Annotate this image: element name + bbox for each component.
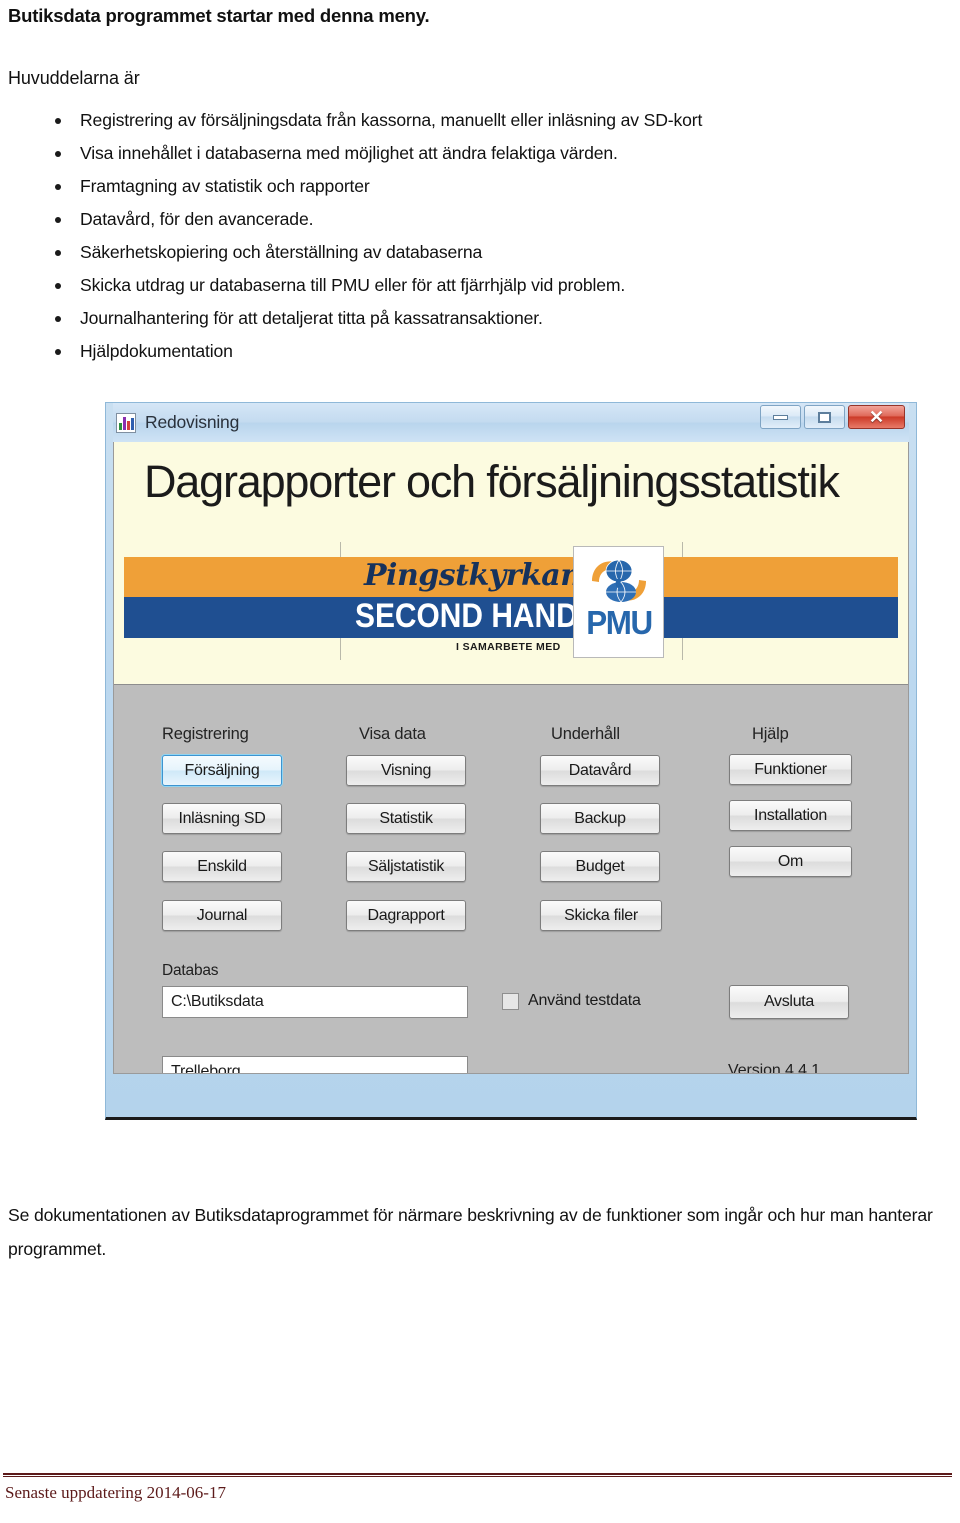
logo-crop-tick <box>682 638 683 660</box>
bullet-dot-icon <box>55 282 61 289</box>
list-item-label: Journalhantering för att detaljerat titt… <box>80 308 543 328</box>
button-skicka-filer[interactable]: Skicka filer <box>540 900 662 931</box>
second-hand-logo: Pingstkyrkans SECOND HAND I SAMARBETE ME… <box>124 542 898 660</box>
list-item-label: Säkerhetskopiering och återställning av … <box>80 242 483 262</box>
close-button[interactable]: ✕ <box>848 405 905 429</box>
button-om[interactable]: Om <box>729 846 852 877</box>
logo-crop-tick <box>340 638 341 660</box>
window-controls: ✕ <box>760 405 905 429</box>
list-item-label: Visa innehållet i databaserna med möjlig… <box>80 143 618 163</box>
bullet-dot-icon <box>55 315 61 322</box>
minimize-button[interactable] <box>760 405 801 429</box>
list-item: Framtagning av statistik och rapporter <box>8 170 948 203</box>
list-item-label: Registrering av försäljningsdata från ka… <box>80 110 703 130</box>
pmu-globe-hands-icon <box>591 559 646 603</box>
checkbox-box-icon[interactable] <box>502 992 519 1010</box>
bullet-dot-icon <box>55 216 61 223</box>
button-dagrapport[interactable]: Dagrapport <box>346 900 466 931</box>
window-title: Redovisning <box>145 412 240 432</box>
bullet-dot-icon <box>55 150 61 157</box>
list-item: Registrering av försäljningsdata från ka… <box>8 104 948 137</box>
logo-line-main: SECOND HAND <box>355 597 578 635</box>
app-window: Redovisning ✕ Dagrapporter och försäljni… <box>105 402 917 1120</box>
logo-crop-tick <box>682 542 683 557</box>
button-avsluta[interactable]: Avsluta <box>729 985 849 1019</box>
list-item: Säkerhetskopiering och återställning av … <box>8 236 948 269</box>
bullet-dot-icon <box>55 183 61 190</box>
column-heading-hjalp: Hjälp <box>752 725 789 743</box>
bullet-dot-icon <box>55 348 61 355</box>
database-label: Databas <box>162 962 219 979</box>
button-inlasning-sd[interactable]: Inläsning SD <box>162 803 282 834</box>
maximize-icon <box>818 411 831 423</box>
button-installation[interactable]: Installation <box>729 800 852 831</box>
store-name-input[interactable]: Trelleborg <box>162 1056 468 1073</box>
button-saljstatistik[interactable]: Säljstatistik <box>346 851 466 882</box>
use-testdata-label: Använd testdata <box>528 992 641 1009</box>
pmu-wordmark: PMU <box>585 604 653 641</box>
closing-paragraph: Se dokumentationen av Butiksdataprogramm… <box>8 1205 933 1259</box>
banner-heading: Dagrapporter och försäljningsstatistik <box>144 456 840 507</box>
logo-line-bottom: I SAMARBETE MED <box>456 641 561 653</box>
button-statistik[interactable]: Statistik <box>346 803 466 834</box>
list-item-label: Datavård, för den avancerade. <box>80 209 314 229</box>
banner-region: Dagrapporter och försäljningsstatistik P… <box>114 442 908 685</box>
database-path-input[interactable]: C:\Butiksdata <box>162 986 468 1018</box>
logo-crop-tick <box>340 542 341 557</box>
feature-bullet-list: Registrering av försäljningsdata från ka… <box>8 104 948 368</box>
list-item: Visa innehållet i databaserna med möjlig… <box>8 137 948 170</box>
bar-chart-icon <box>116 412 136 433</box>
application-screenshot: Redovisning ✕ Dagrapporter och försäljni… <box>105 402 917 1120</box>
button-backup[interactable]: Backup <box>540 803 660 834</box>
window-client-area: Dagrapporter och försäljningsstatistik P… <box>113 442 909 1074</box>
button-visning[interactable]: Visning <box>346 755 466 786</box>
list-item: Skicka utdrag ur databaserna till PMU el… <box>8 269 948 302</box>
pmu-logo-mark: PMU <box>573 546 664 658</box>
column-heading-registrering: Registrering <box>162 725 249 743</box>
minimize-icon <box>773 414 788 420</box>
maximize-button[interactable] <box>804 405 845 429</box>
window-titlebar[interactable]: Redovisning ✕ <box>113 403 909 442</box>
button-datavard[interactable]: Datavård <box>540 755 660 786</box>
column-heading-underhall: Underhåll <box>551 725 620 743</box>
bullet-dot-icon <box>55 249 61 256</box>
button-budget[interactable]: Budget <box>540 851 660 882</box>
intro-text: Huvuddelarna är <box>8 68 140 88</box>
footer-last-updated: Senaste uppdatering 2014-06-17 <box>5 1483 226 1502</box>
logo-line-top: Pingstkyrkans <box>364 558 598 593</box>
button-funktioner[interactable]: Funktioner <box>729 754 852 785</box>
page-title: Butiksdata programmet startar med denna … <box>8 5 430 26</box>
version-label: Version 4.4.1 <box>728 1062 821 1074</box>
list-item-label: Framtagning av statistik och rapporter <box>80 176 370 196</box>
list-item: Datavård, för den avancerade. <box>8 203 948 236</box>
list-item: Journalhantering för att detaljerat titt… <box>8 302 948 335</box>
list-item: Hjälpdokumentation <box>8 335 948 368</box>
button-journal[interactable]: Journal <box>162 900 282 931</box>
list-item-label: Skicka utdrag ur databaserna till PMU el… <box>80 275 626 295</box>
use-testdata-checkbox[interactable]: Använd testdata <box>502 992 641 1010</box>
close-icon: ✕ <box>868 407 885 427</box>
control-panel: Registrering Visa data Underhåll Hjälp F… <box>114 685 908 1073</box>
button-enskild[interactable]: Enskild <box>162 851 282 882</box>
footer-divider <box>3 1473 952 1477</box>
bullet-dot-icon <box>55 117 61 124</box>
button-forsaljning[interactable]: Försäljning <box>162 755 282 786</box>
column-heading-visa-data: Visa data <box>359 725 426 743</box>
list-item-label: Hjälpdokumentation <box>80 341 233 361</box>
